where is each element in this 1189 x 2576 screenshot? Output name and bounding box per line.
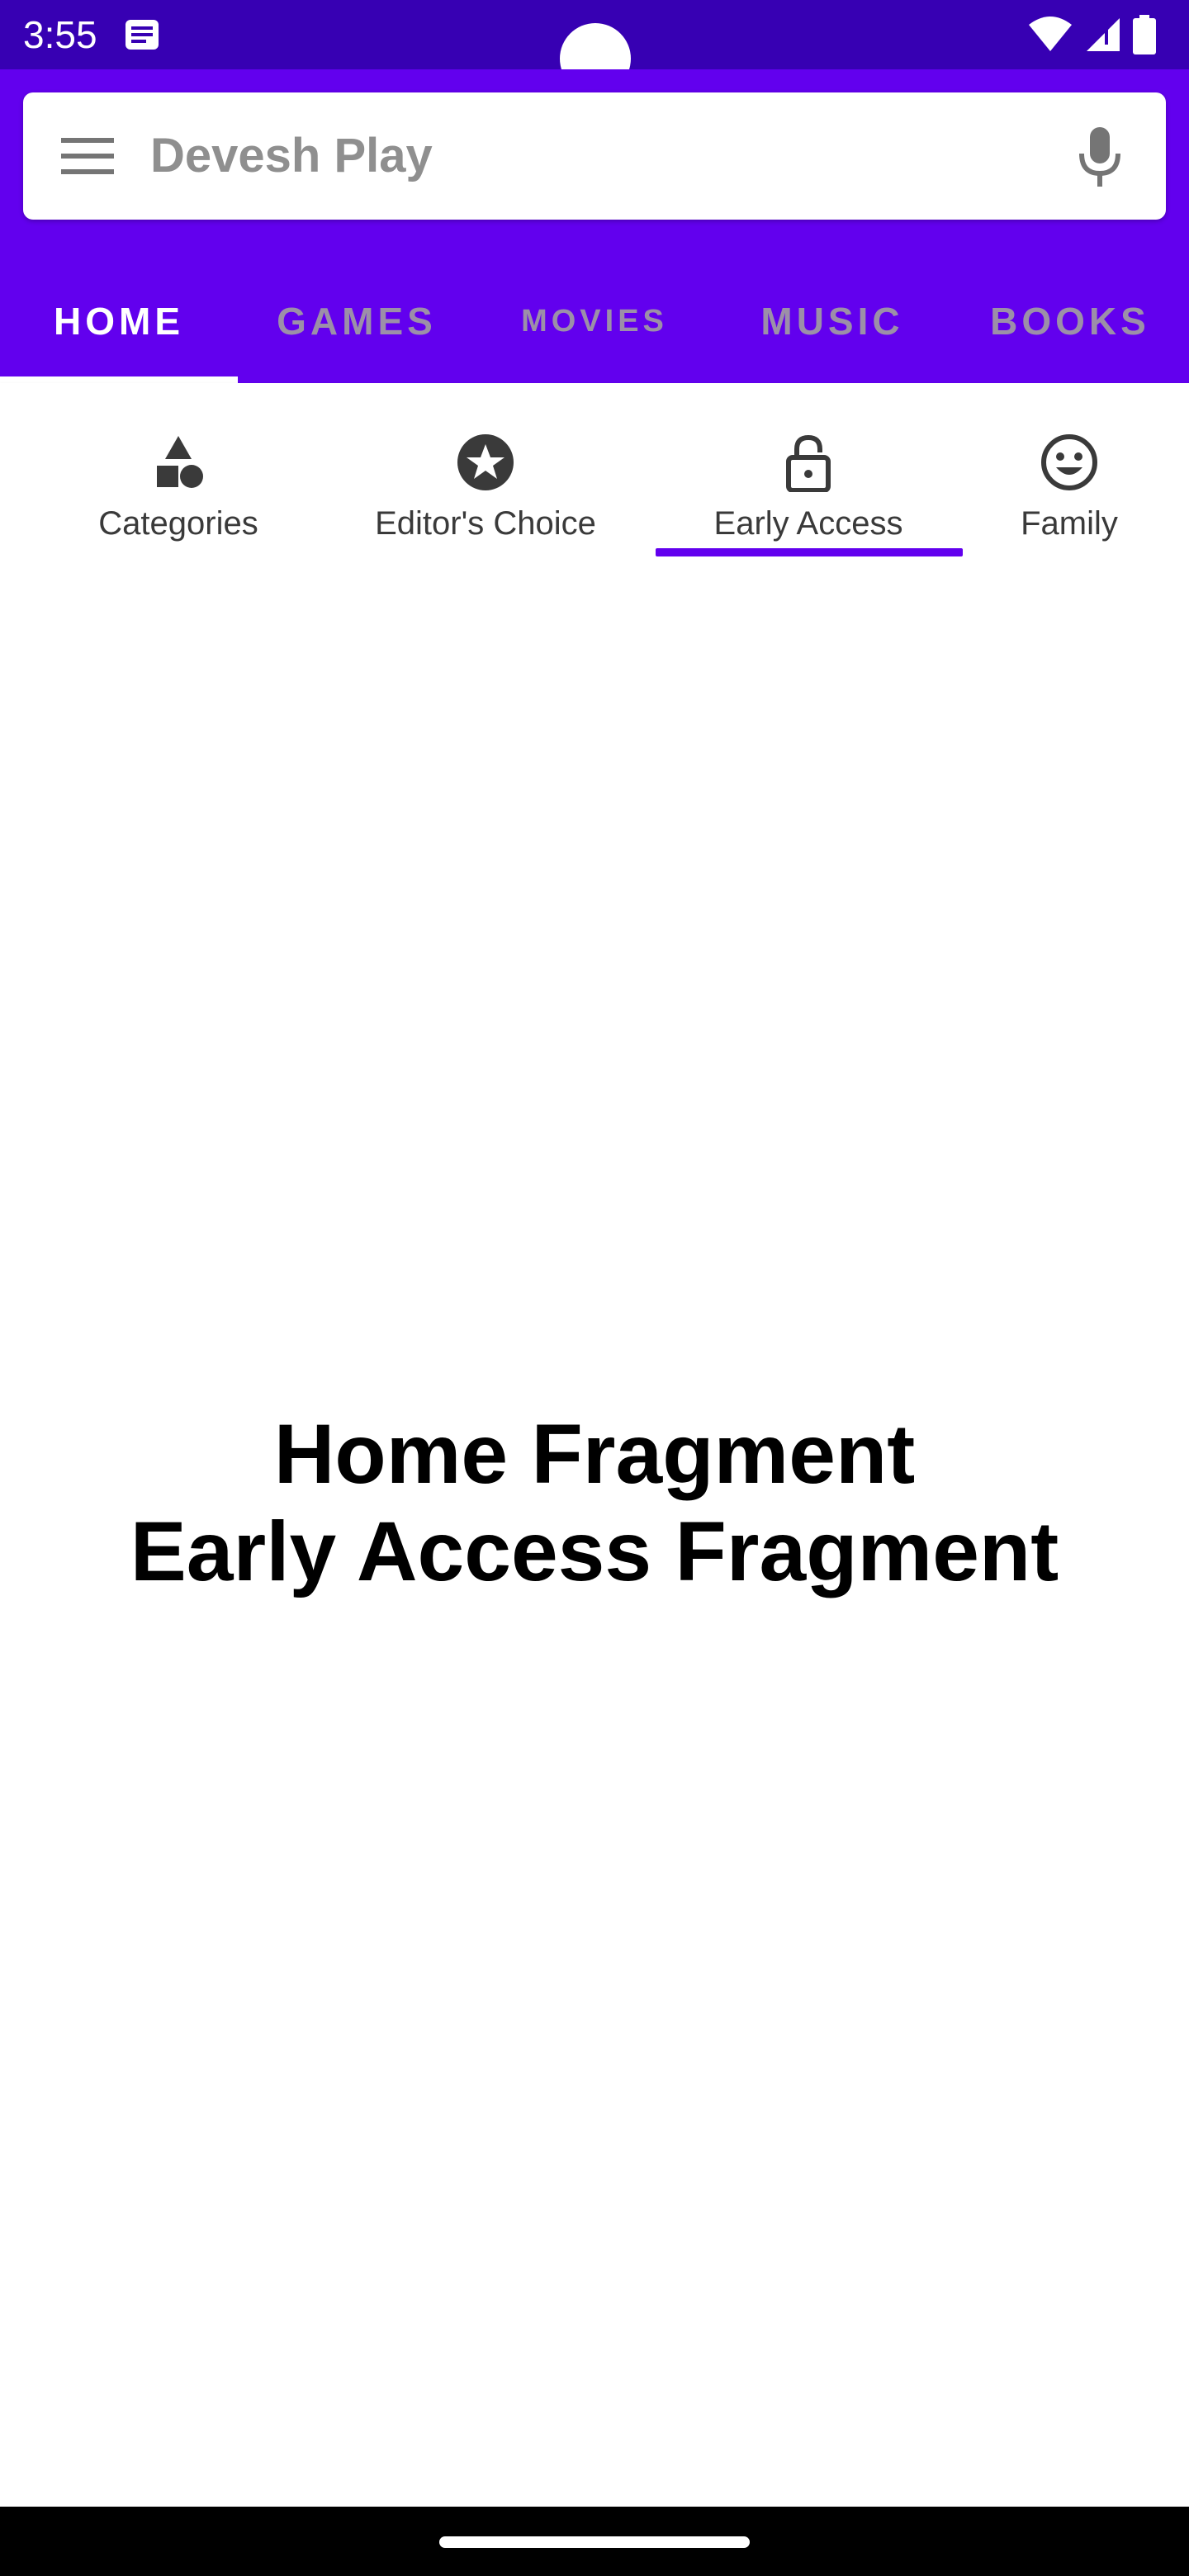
sub-tab-family[interactable]: Family xyxy=(991,383,1148,573)
mic-icon[interactable] xyxy=(1075,125,1125,188)
sub-tab-categories[interactable]: Categories xyxy=(71,383,286,573)
sub-tab-early-access[interactable]: Early Access xyxy=(689,383,928,573)
tab-games-label: GAMES xyxy=(277,300,437,343)
tab-home[interactable]: HOME xyxy=(0,259,238,383)
gesture-handle[interactable] xyxy=(439,2536,750,2548)
sub-tab-family-label: Family xyxy=(1021,505,1118,542)
sub-tab-bar: Categories Editor's Choice Early Access xyxy=(0,383,1189,573)
tab-music[interactable]: MUSIC xyxy=(713,259,951,383)
status-time: 3:55 xyxy=(23,13,97,56)
status-bar: 3:55 xyxy=(0,0,1189,94)
notification-icon xyxy=(126,20,159,50)
tab-books-label: BOOKS xyxy=(990,300,1150,343)
fragment-text: Home Fragment Early Access Fragment xyxy=(0,1405,1189,1600)
top-tab-indicator xyxy=(0,376,238,383)
wifi-icon xyxy=(1029,17,1072,51)
fragment-title-early-access: Early Access Fragment xyxy=(130,1504,1059,1598)
smiley-face-icon xyxy=(1041,434,1097,490)
tab-movies[interactable]: MOVIES xyxy=(476,259,713,383)
tab-music-label: MUSIC xyxy=(760,300,904,343)
navigation-bar xyxy=(0,2507,1189,2576)
battery-icon xyxy=(1133,15,1156,54)
tab-movies-label: MOVIES xyxy=(521,303,668,339)
app-screen: 3:55 Devesh Play HOME GAMES MOVIES MUSIC… xyxy=(0,0,1189,2576)
app-bar: Devesh Play HOME GAMES MOVIES MUSIC BOOK… xyxy=(0,69,1189,383)
search-bar[interactable]: Devesh Play xyxy=(23,92,1166,220)
lock-open-icon xyxy=(786,434,831,492)
sub-tab-editors-choice-label: Editor's Choice xyxy=(375,505,596,542)
fragment-title-home: Home Fragment xyxy=(273,1407,916,1501)
fragment-container: Home Fragment Early Access Fragment xyxy=(0,573,1189,2507)
sub-tab-early-access-label: Early Access xyxy=(713,505,903,542)
hamburger-menu-icon[interactable] xyxy=(59,133,116,179)
tab-home-label: HOME xyxy=(54,300,184,343)
sub-tab-editors-choice[interactable]: Editor's Choice xyxy=(353,383,618,573)
shapes-icon xyxy=(157,436,203,488)
sub-tab-indicator xyxy=(656,548,963,556)
tab-books[interactable]: BOOKS xyxy=(951,259,1189,383)
top-tab-bar: HOME GAMES MOVIES MUSIC BOOKS xyxy=(0,259,1189,383)
star-badge-icon xyxy=(457,434,514,490)
sub-tab-categories-label: Categories xyxy=(98,505,258,542)
search-title: Devesh Play xyxy=(150,129,433,182)
tab-games[interactable]: GAMES xyxy=(238,259,476,383)
status-icons xyxy=(1027,15,1156,54)
signal-icon xyxy=(1087,18,1120,51)
